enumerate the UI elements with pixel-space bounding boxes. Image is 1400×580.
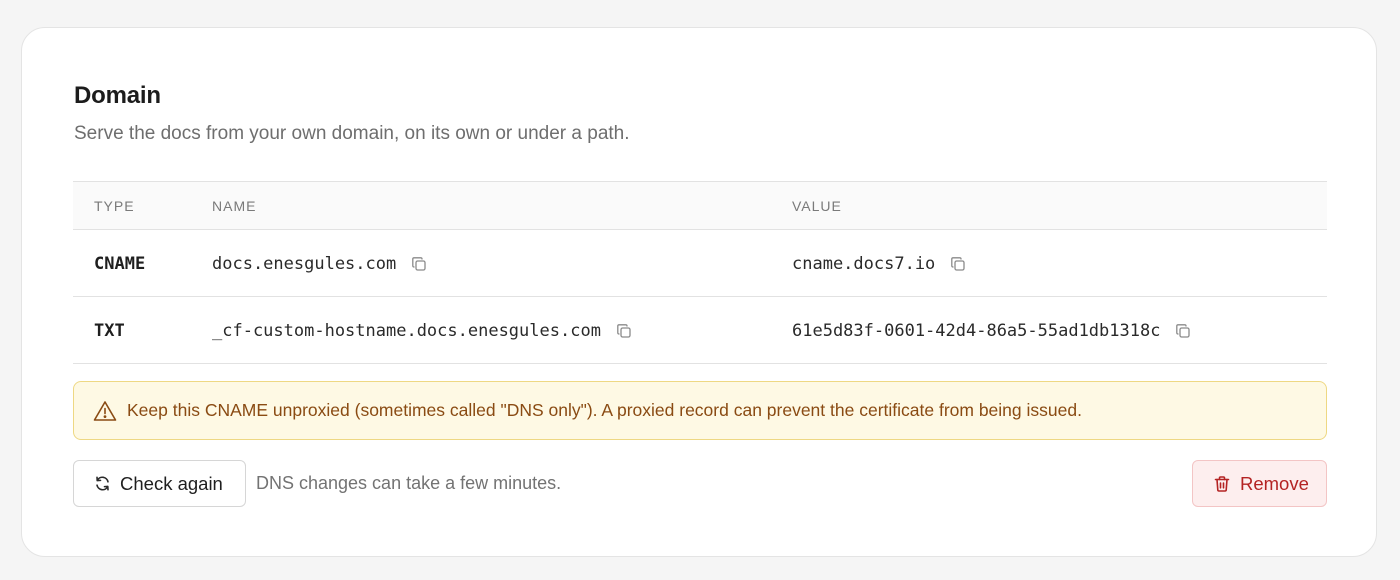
warning-triangle-icon <box>93 400 117 422</box>
record-type: TXT <box>94 321 125 341</box>
record-value: cname.docs7.io <box>792 254 936 274</box>
header-name: NAME <box>212 198 257 214</box>
header-value: VALUE <box>792 198 842 214</box>
actions-bar: Check again DNS changes can take a few m… <box>73 460 1327 507</box>
copy-icon[interactable] <box>410 255 428 273</box>
copy-icon[interactable] <box>949 255 967 273</box>
copy-icon[interactable] <box>1174 322 1192 340</box>
warning-text: Keep this CNAME unproxied (sometimes cal… <box>127 400 1082 420</box>
domain-card: Domain Serve the docs from your own doma… <box>21 27 1377 557</box>
record-name: docs.enesgules.com <box>212 254 397 274</box>
remove-button[interactable]: Remove <box>1192 460 1327 507</box>
refresh-icon <box>96 476 109 491</box>
record-value-cell: 61e5d83f-0601-42d4-86a5-55ad1db1318c <box>792 321 1192 341</box>
copy-icon[interactable] <box>615 322 633 340</box>
record-name: _cf-custom-hostname.docs.enesgules.com <box>212 321 601 341</box>
remove-label: Remove <box>1240 472 1309 494</box>
table-row: CNAME docs.enesgules.com cname.docs7.io <box>73 230 1327 297</box>
record-name-cell: _cf-custom-hostname.docs.enesgules.com <box>212 321 633 341</box>
check-again-button[interactable]: Check again <box>73 460 246 507</box>
section-title: Domain <box>74 82 161 109</box>
record-value: 61e5d83f-0601-42d4-86a5-55ad1db1318c <box>792 321 1161 341</box>
trash-icon <box>1214 475 1230 492</box>
dns-records-table: TYPE NAME VALUE CNAME docs.enesgules.com… <box>73 181 1327 364</box>
warning-banner: Keep this CNAME unproxied (sometimes cal… <box>73 381 1327 440</box>
section-subtitle: Serve the docs from your own domain, on … <box>74 123 630 144</box>
table-header: TYPE NAME VALUE <box>73 182 1327 230</box>
record-value-cell: cname.docs7.io <box>792 254 967 274</box>
table-row: TXT _cf-custom-hostname.docs.enesgules.c… <box>73 297 1327 364</box>
record-type: CNAME <box>94 254 146 274</box>
record-name-cell: docs.enesgules.com <box>212 254 428 274</box>
dns-hint: DNS changes can take a few minutes. <box>256 473 562 493</box>
check-again-label: Check again <box>120 472 223 494</box>
header-type: TYPE <box>94 198 135 214</box>
